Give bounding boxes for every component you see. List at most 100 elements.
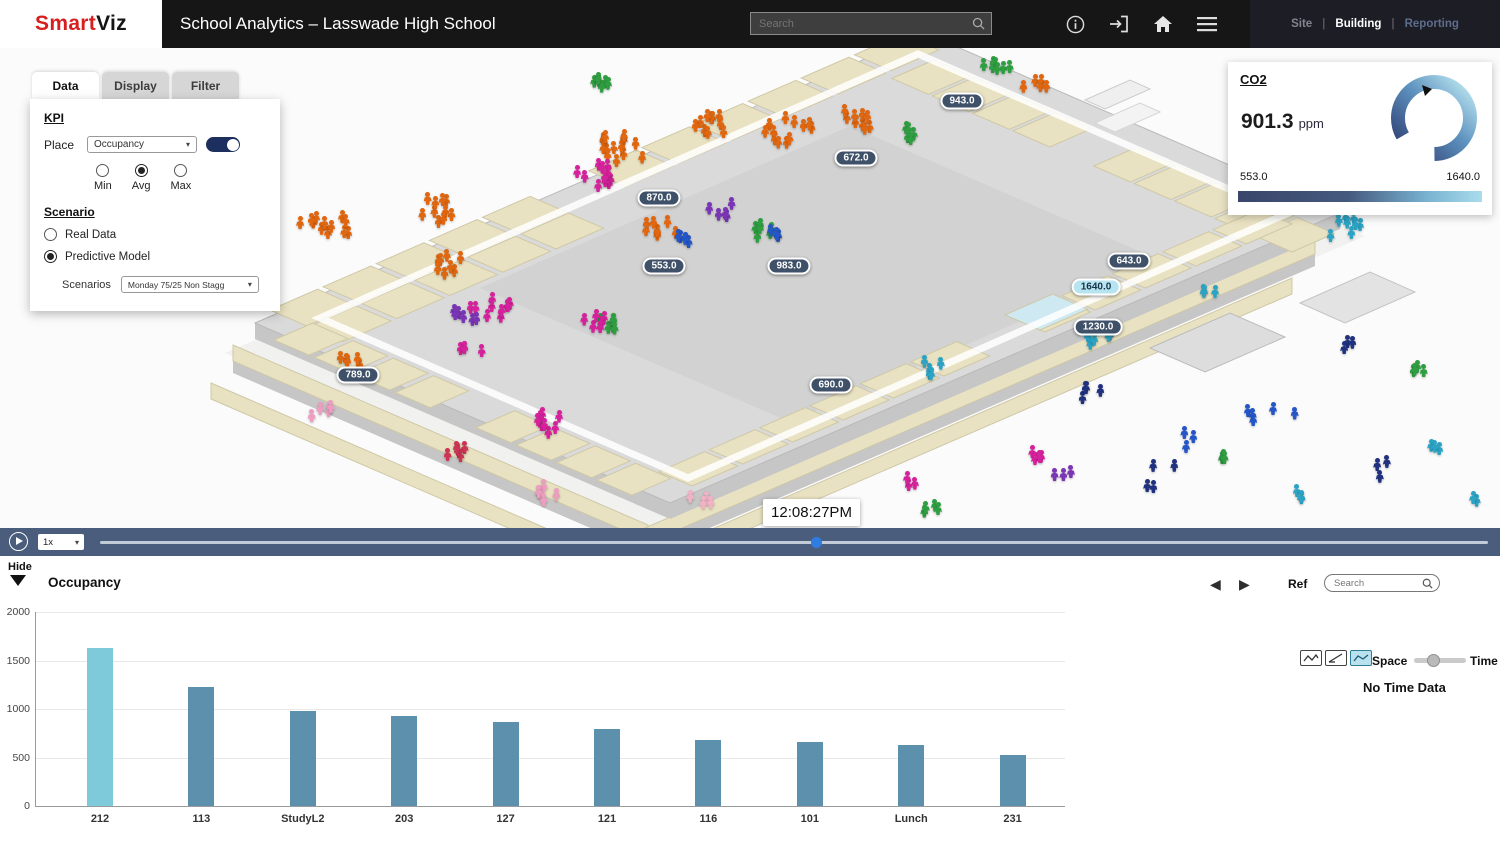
- time-tooltip: 12:08:27PM: [763, 499, 860, 526]
- scenarios-row: Scenarios Monday 75/25 Non Stagg ▾: [62, 276, 266, 293]
- place-kpi-toggle[interactable]: [206, 137, 240, 152]
- x-axis-category-label: 203: [364, 813, 444, 825]
- map-value-badge[interactable]: 690.0: [809, 377, 852, 394]
- bar-212[interactable]: [87, 648, 113, 806]
- tab-data[interactable]: Data: [32, 72, 99, 99]
- bar-127[interactable]: [493, 722, 519, 806]
- x-axis-category-label: 113: [161, 813, 241, 825]
- ref-label: Ref: [1288, 577, 1307, 591]
- next-page-button[interactable]: ▶: [1239, 576, 1250, 593]
- scenario-option-real-data[interactable]: Real Data: [44, 228, 266, 241]
- x-axis-category-label: StudyL2: [263, 813, 343, 825]
- prev-page-button[interactable]: ◀: [1210, 576, 1221, 593]
- agg-label-max: Max: [171, 180, 192, 192]
- view-tabs: Site | Building | Reporting: [1250, 0, 1500, 48]
- tab-filter[interactable]: Filter: [172, 72, 239, 99]
- info-icon[interactable]: [1066, 15, 1085, 34]
- tab-separator: |: [1322, 18, 1325, 30]
- radio-real-data[interactable]: [44, 228, 57, 241]
- timeline-handle[interactable]: [811, 537, 822, 548]
- bar-116[interactable]: [695, 740, 721, 806]
- gridline: [36, 612, 1065, 613]
- home-icon[interactable]: [1153, 15, 1173, 33]
- no-time-data-label: No Time Data: [1363, 680, 1446, 695]
- map-value-badge[interactable]: 1640.0: [1072, 279, 1121, 296]
- map-value-badge[interactable]: 789.0: [336, 367, 379, 384]
- gauge-min: 553.0: [1240, 171, 1268, 183]
- x-axis-category-label: 231: [973, 813, 1053, 825]
- bar-101[interactable]: [797, 742, 823, 806]
- page-title: School Analytics – Lasswade High School: [180, 0, 496, 48]
- place-label: Place: [44, 138, 78, 152]
- playback-speed-select[interactable]: 1x ▾: [38, 534, 84, 550]
- scenario-option-predictive-model[interactable]: Predictive Model: [44, 250, 266, 263]
- place-kpi-select[interactable]: Occupancy ▾: [87, 136, 197, 153]
- radio-max[interactable]: [174, 164, 187, 177]
- map-value-badge[interactable]: 870.0: [637, 190, 680, 207]
- map-value-badge[interactable]: 1230.0: [1074, 319, 1123, 336]
- space-label: Space: [1372, 654, 1407, 668]
- tab-display[interactable]: Display: [102, 72, 169, 99]
- y-axis-tick-label: 1000: [0, 703, 30, 715]
- tab-reporting[interactable]: Reporting: [1405, 18, 1459, 30]
- bar-StudyL2[interactable]: [290, 711, 316, 806]
- gauge-max: 1640.0: [1446, 171, 1480, 183]
- map-value-badge[interactable]: 943.0: [940, 93, 983, 110]
- y-axis-tick-label: 1500: [0, 655, 30, 667]
- logout-icon[interactable]: [1109, 15, 1129, 33]
- scenarios-value: Monday 75/25 Non Stagg: [128, 280, 224, 290]
- global-search[interactable]: [750, 12, 992, 35]
- radio-avg[interactable]: [135, 164, 148, 177]
- radio-predictive-model[interactable]: [44, 250, 57, 263]
- chart-search[interactable]: [1324, 574, 1440, 592]
- bar-231[interactable]: [1000, 755, 1026, 806]
- building-3d-view[interactable]: 943.0 672.0 870.0 553.0 983.0 643.0 1640.0 1230…: [0, 48, 1500, 528]
- chart-search-input[interactable]: [1325, 578, 1422, 589]
- place-row: Place Occupancy ▾: [44, 136, 266, 153]
- panel-body: KPI Place Occupancy ▾ Min: [30, 99, 280, 311]
- bottom-panel: Hide Occupancy 0500100015002000212113Stu…: [0, 556, 1500, 844]
- x-axis-category-label: 101: [770, 813, 850, 825]
- co2-value-number: 901.3: [1241, 110, 1294, 133]
- map-value-badge[interactable]: 643.0: [1107, 253, 1150, 270]
- slider-knob[interactable]: [1427, 654, 1440, 667]
- bar-121[interactable]: [594, 729, 620, 806]
- timeline-track[interactable]: [100, 541, 1488, 544]
- co2-gauge-panel: CO2 901.3ppm 553.0 1640.0: [1228, 62, 1492, 215]
- tab-building[interactable]: Building: [1335, 18, 1381, 30]
- logo-viz: Viz: [96, 12, 127, 36]
- scenarios-select[interactable]: Monday 75/25 Non Stagg ▾: [121, 276, 259, 293]
- radio-min[interactable]: [96, 164, 109, 177]
- space-time-slider[interactable]: [1414, 658, 1466, 663]
- scenario-label-predictive-model: Predictive Model: [65, 251, 150, 263]
- bar-Lunch[interactable]: [898, 745, 924, 806]
- co2-title[interactable]: CO2: [1240, 72, 1267, 87]
- bar-113[interactable]: [188, 687, 214, 806]
- time-label: Time: [1470, 654, 1498, 668]
- x-axis-category-label: 121: [567, 813, 647, 825]
- line-chart-icon[interactable]: [1300, 650, 1322, 666]
- map-value-badge[interactable]: 672.0: [834, 150, 877, 167]
- play-button[interactable]: [9, 532, 28, 551]
- x-axis-category-label: Lunch: [871, 813, 951, 825]
- trend-chart-icon[interactable]: [1325, 650, 1347, 666]
- agg-option-max[interactable]: Max: [171, 164, 192, 192]
- chevron-down-icon: ▾: [186, 140, 190, 149]
- map-value-badge[interactable]: 553.0: [642, 258, 685, 275]
- scenario-heading: Scenario: [44, 205, 266, 219]
- tab-site[interactable]: Site: [1291, 18, 1312, 30]
- search-input[interactable]: [751, 18, 972, 30]
- map-value-badge[interactable]: 983.0: [767, 258, 810, 275]
- top-bar-icons: [1066, 0, 1217, 48]
- bar-203[interactable]: [391, 716, 417, 806]
- menu-icon[interactable]: [1197, 16, 1217, 32]
- aggregation-radio-group: Min Avg Max: [94, 164, 266, 192]
- agg-option-min[interactable]: Min: [94, 164, 112, 192]
- y-axis-tick-label: 2000: [0, 606, 30, 618]
- agg-label-min: Min: [94, 180, 112, 192]
- agg-option-avg[interactable]: Avg: [132, 164, 151, 192]
- tab-separator: |: [1391, 18, 1394, 30]
- x-axis-category-label: 127: [466, 813, 546, 825]
- area-chart-icon[interactable]: [1350, 650, 1372, 666]
- data-panel: Data Display Filter KPI Place Occupancy …: [30, 72, 280, 311]
